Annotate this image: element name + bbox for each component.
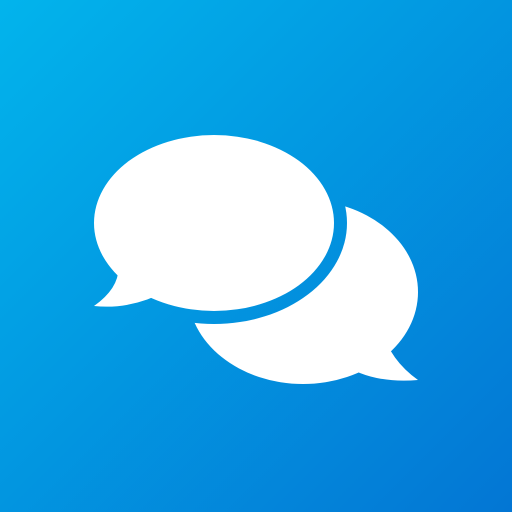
chat-app-icon[interactable] (0, 0, 512, 512)
front-speech-bubble (94, 135, 334, 311)
chat-bubbles-icon (94, 135, 418, 384)
